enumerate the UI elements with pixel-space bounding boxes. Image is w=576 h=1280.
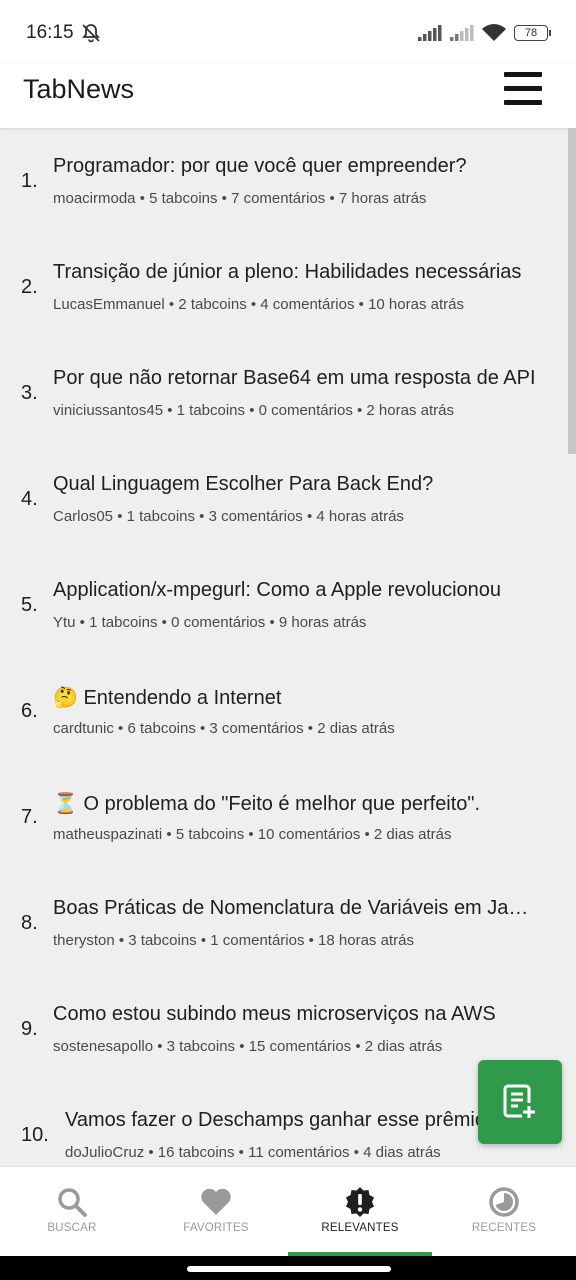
article-title[interactable]: Application/x-mpegurl: Como a Apple revo…: [53, 579, 537, 602]
wifi-icon: [482, 24, 506, 41]
scrollbar[interactable]: [568, 128, 576, 454]
cellular-signal-2-icon: [450, 25, 474, 41]
article-rank: 10.: [21, 1124, 49, 1146]
nav-favorites[interactable]: FAVORITES: [144, 1167, 288, 1257]
article-rank: 5.: [21, 594, 38, 616]
nav-label: BUSCAR: [47, 1222, 97, 1234]
article-meta: cardtunic • 6 tabcoins • 3 comentários •…: [53, 720, 395, 737]
article-rank: 1.: [21, 170, 38, 192]
article-rank: 7.: [21, 806, 38, 828]
article-meta: moacirmoda • 5 tabcoins • 7 comentários …: [53, 190, 427, 207]
article-item[interactable]: 7. ⏳ O problema do "Feito é melhor que pe…: [0, 764, 568, 870]
article-title[interactable]: Por que não retornar Base64 em uma respo…: [53, 367, 537, 390]
article-list: 1. Programador: por que você quer empreen…: [0, 128, 568, 1166]
article-meta: sostenesapollo • 3 tabcoins • 15 comentá…: [53, 1038, 443, 1055]
status-icons: 78: [418, 22, 551, 44]
status-time: 16:15: [26, 22, 74, 43]
article-meta: doJulioCruz • 16 tabcoins • 11 comentári…: [65, 1144, 441, 1161]
nav-label: RECENTES: [471, 1222, 537, 1234]
notifications-muted-icon: [82, 24, 100, 43]
cellular-signal-icon: [418, 25, 442, 41]
article-rank: 2.: [21, 276, 38, 298]
nav-recentes[interactable]: RECENTES: [432, 1167, 576, 1257]
article-item[interactable]: 2. Transição de júnior a pleno: Habilidad…: [0, 234, 568, 340]
new-post-button[interactable]: [478, 1060, 562, 1144]
menu-icon[interactable]: [504, 72, 542, 106]
search-icon: [58, 1188, 87, 1217]
nav-label: RELEVANTES: [321, 1222, 399, 1234]
article-title[interactable]: Qual Linguagem Escolher Para Back End?: [53, 473, 537, 496]
article-rank: 9.: [21, 1018, 38, 1040]
article-meta: viniciussantos45 • 1 tabcoins • 0 coment…: [53, 402, 454, 419]
article-rank: 6.: [21, 700, 38, 722]
article-title[interactable]: 🤔 Entendendo a Internet: [53, 685, 537, 710]
article-title[interactable]: Transição de júnior a pleno: Habilidades…: [53, 261, 537, 284]
clock-icon: [489, 1187, 519, 1217]
article-rank: 8.: [21, 912, 38, 934]
app-title: TabNews: [23, 74, 135, 104]
nav-label: FAVORITES: [183, 1222, 249, 1234]
article-item[interactable]: 3. Por que não retornar Base64 em uma res…: [0, 340, 568, 446]
article-rank: 4.: [21, 488, 38, 510]
article-meta: LucasEmmanuel • 2 tabcoins • 4 comentári…: [53, 296, 464, 313]
heart-icon: [201, 1188, 231, 1215]
article-title[interactable]: Como estou subindo meus microserviços na…: [53, 1003, 537, 1026]
article-item[interactable]: 1. Programador: por que você quer empreen…: [0, 128, 568, 234]
battery-icon: 78: [514, 25, 551, 41]
article-title[interactable]: ⏳ O problema do "Feito é melhor que perf…: [53, 791, 537, 816]
article-item[interactable]: 4. Qual Linguagem Escolher Para Back End?…: [0, 446, 568, 552]
bottom-navigation: BUSCAR FAVORITES RELEVANTES RECENTES: [0, 1166, 576, 1257]
nav-relevantes[interactable]: RELEVANTES: [288, 1167, 432, 1257]
article-title[interactable]: Programador: por que você quer empreende…: [53, 155, 537, 178]
article-title[interactable]: Vamos fazer o Deschamps ganhar esse prêm…: [65, 1109, 549, 1132]
status-bar: 16:15 78: [0, 0, 576, 64]
alert-badge-icon: [346, 1187, 374, 1217]
article-meta: Carlos05 • 1 tabcoins • 3 comentários • …: [53, 508, 404, 525]
article-rank: 3.: [21, 382, 38, 404]
new-post-icon: [503, 1084, 535, 1118]
article-item[interactable]: 6. 🤔 Entendendo a Internet cardtunic • 6 t…: [0, 658, 568, 764]
app-bar: TabNews: [0, 64, 576, 128]
article-item[interactable]: 8. Boas Práticas de Nomenclatura de Variá…: [0, 870, 568, 976]
battery-level: 78: [524, 27, 538, 39]
article-meta: theryston • 3 tabcoins • 1 comentários •…: [53, 932, 414, 949]
nav-buscar[interactable]: BUSCAR: [0, 1167, 144, 1257]
article-title[interactable]: Boas Práticas de Nomenclatura de Variáve…: [53, 897, 537, 920]
article-meta: Ytu • 1 tabcoins • 0 comentários • 9 hor…: [53, 614, 367, 631]
article-item[interactable]: 5. Application/x-mpegurl: Como a Apple re…: [0, 552, 568, 658]
article-meta: matheuspazinati • 5 tabcoins • 10 coment…: [53, 826, 452, 843]
home-gesture-handle[interactable]: [187, 1266, 391, 1272]
